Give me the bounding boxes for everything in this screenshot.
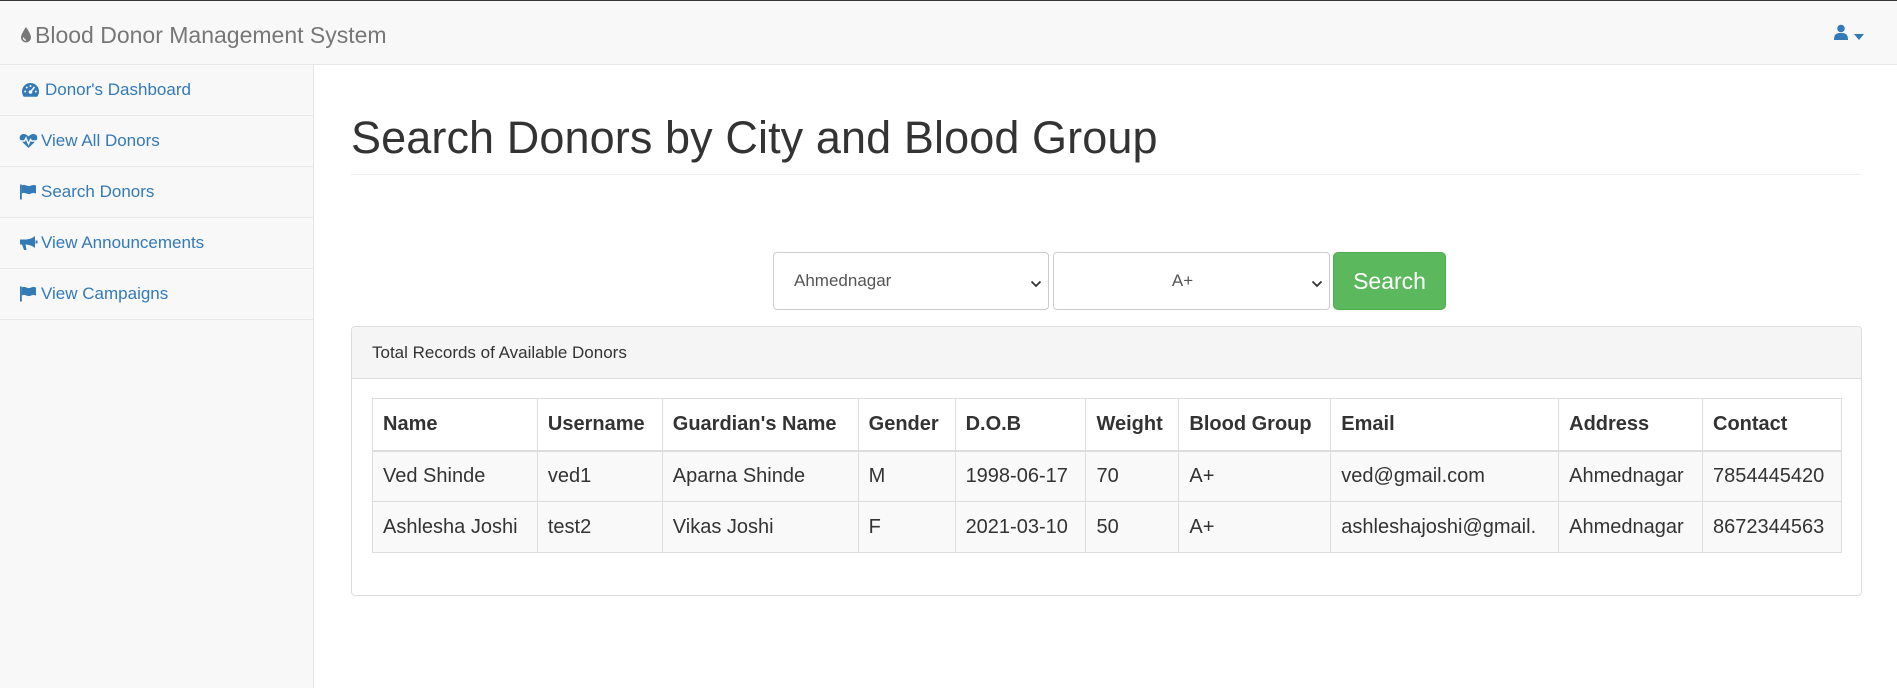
sidebar-item-label: Donor's Dashboard	[45, 80, 191, 99]
column-header: Blood Group	[1178, 398, 1332, 452]
column-header: Contact	[1702, 398, 1842, 452]
table-cell: 8672344563	[1702, 501, 1842, 553]
sidebar: Donor's Dashboard View All Donors Search…	[0, 65, 314, 688]
sidebar-item-search-donors[interactable]: Search Donors	[0, 167, 313, 218]
table-cell: 2021-03-10	[954, 501, 1087, 553]
sidebar-item-label: Search Donors	[41, 182, 155, 201]
column-header: Username	[536, 398, 663, 452]
table-cell: Ved Shinde	[372, 450, 538, 502]
flag-icon	[19, 285, 39, 303]
city-select-value: Ahmednagar	[794, 271, 892, 290]
sidebar-item-view-all-donors[interactable]: View All Donors	[0, 116, 313, 167]
table-row: Ved Shinde ved1 Aparna Shinde M 1998-06-…	[372, 450, 1842, 502]
flag-icon	[19, 183, 39, 201]
table-cell: Vikas Joshi	[661, 501, 859, 553]
page-title: Search Donors by City and Blood Group	[351, 112, 1158, 163]
panel-heading: Total Records of Available Donors	[352, 327, 1861, 379]
table-cell: M	[857, 450, 956, 502]
column-header: D.O.B	[954, 398, 1087, 452]
page-header: Search Donors by City and Blood Group	[351, 113, 1862, 175]
brand-text: Blood Donor Management System	[35, 21, 387, 48]
column-header: Address	[1558, 398, 1704, 452]
column-header: Guardian's Name	[661, 398, 859, 452]
table-cell: Ashlesha Joshi	[372, 501, 538, 553]
table-cell: 7854445420	[1702, 450, 1842, 502]
column-header: Gender	[857, 398, 956, 452]
tint-icon	[20, 23, 32, 50]
table-cell: A+	[1178, 450, 1332, 502]
table-cell: ashleshajoshi@gmail.	[1330, 501, 1560, 553]
blood-group-select-value: A+	[1171, 271, 1194, 290]
sidebar-item-label: View Announcements	[41, 233, 205, 252]
table-header-row: Name Username Guardian's Name Gender D.O…	[372, 398, 1842, 452]
caret-down-icon	[1854, 25, 1864, 45]
city-select[interactable]: Ahmednagar	[773, 252, 1049, 310]
donors-table-wrapper: Name Username Guardian's Name Gender D.O…	[372, 398, 1842, 553]
search-form: Ahmednagar A+ Search	[351, 252, 1862, 310]
results-panel: Total Records of Available Donors Name U…	[351, 326, 1862, 596]
table-row: Ashlesha Joshi test2 Vikas Joshi F 2021-…	[372, 501, 1842, 553]
table-cell: F	[857, 501, 956, 553]
bullhorn-icon	[19, 234, 39, 252]
table-cell: 70	[1085, 450, 1180, 502]
sidebar-item-donors-dashboard[interactable]: Donor's Dashboard	[0, 65, 313, 116]
dashboard-icon	[21, 81, 41, 99]
column-header: Name	[372, 398, 538, 452]
heartbeat-icon	[19, 132, 39, 150]
blood-group-select[interactable]: A+	[1053, 252, 1330, 310]
sidebar-item-view-announcements[interactable]: View Announcements	[0, 218, 313, 269]
chevron-down-icon	[1030, 275, 1042, 295]
donors-table: Name Username Guardian's Name Gender D.O…	[372, 398, 1842, 553]
user-icon	[1834, 24, 1848, 45]
table-cell: test2	[536, 501, 663, 553]
table-cell: 50	[1085, 501, 1180, 553]
table-cell: ved1	[536, 450, 663, 502]
sidebar-item-label: View Campaigns	[41, 284, 169, 303]
sidebar-item-label: View All Donors	[41, 131, 160, 150]
table-cell: A+	[1178, 501, 1332, 553]
table-cell: ved@gmail.com	[1330, 450, 1560, 502]
table-cell: Ahmednagar	[1558, 501, 1704, 553]
column-header: Email	[1330, 398, 1560, 452]
search-button[interactable]: Search	[1333, 252, 1446, 310]
table-cell: 1998-06-17	[954, 450, 1087, 502]
brand[interactable]: Blood Donor Management System	[20, 20, 387, 50]
top-navbar: Blood Donor Management System	[0, 0, 1897, 65]
column-header: Weight	[1085, 398, 1180, 452]
chevron-down-icon	[1311, 275, 1323, 295]
table-cell: Ahmednagar	[1558, 450, 1704, 502]
user-menu-toggle[interactable]	[1834, 24, 1864, 45]
sidebar-item-view-campaigns[interactable]: View Campaigns	[0, 269, 313, 320]
table-cell: Aparna Shinde	[661, 450, 859, 502]
